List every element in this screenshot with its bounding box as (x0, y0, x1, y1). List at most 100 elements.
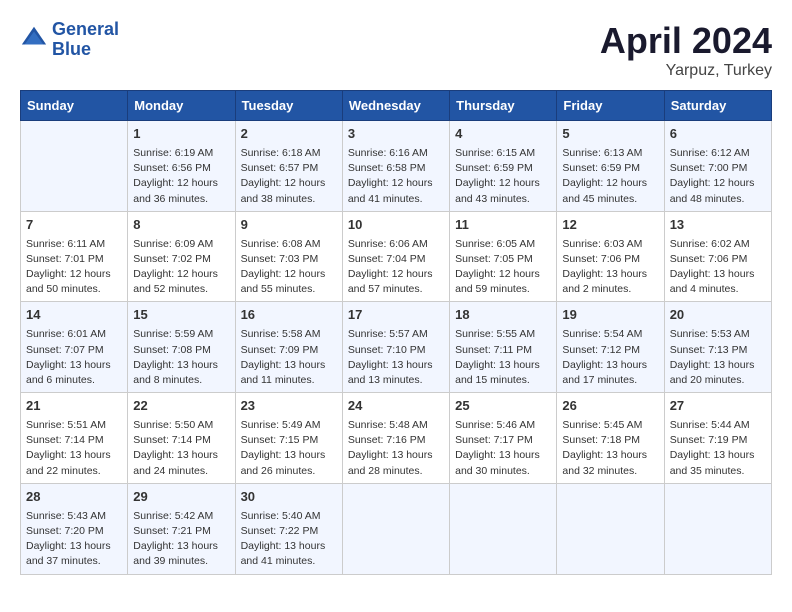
sunrise-text: Sunrise: 6:15 AM (455, 146, 551, 161)
sunrise-text: Sunrise: 5:45 AM (562, 418, 658, 433)
header-cell-friday: Friday (557, 91, 664, 121)
header-cell-saturday: Saturday (664, 91, 771, 121)
daylight-text: Daylight: 13 hours and 39 minutes. (133, 539, 229, 569)
sunset-text: Sunset: 7:06 PM (670, 252, 766, 267)
daylight-text: Daylight: 13 hours and 15 minutes. (455, 358, 551, 388)
day-number: 4 (455, 125, 551, 144)
sunset-text: Sunset: 6:59 PM (455, 161, 551, 176)
week-row-2: 7 Sunrise: 6:11 AMSunset: 7:01 PM Daylight… (21, 211, 772, 302)
day-number: 19 (562, 306, 658, 325)
calendar-body: 1Sunrise: 6:19 AMSunset: 6:56 PMDaylight… (21, 121, 772, 575)
header-cell-thursday: Thursday (450, 91, 557, 121)
sunrise-text: Sunrise: 5:59 AM (133, 327, 229, 342)
week-row-1: 1Sunrise: 6:19 AMSunset: 6:56 PMDaylight… (21, 121, 772, 212)
day-number: 2 (241, 125, 337, 144)
calendar-header: SundayMondayTuesdayWednesdayThursdayFrid… (21, 91, 772, 121)
sunset-text: Sunset: 7:01 PM (26, 252, 122, 267)
week-row-4: 21Sunrise: 5:51 AMSunset: 7:14 PMDayligh… (21, 393, 772, 484)
daylight-text: Daylight: 13 hours and 37 minutes. (26, 539, 122, 569)
day-number: 30 (241, 488, 337, 507)
daylight-text: Daylight: 13 hours and 22 minutes. (26, 448, 122, 478)
day-number: 5 (562, 125, 658, 144)
sunset-text: Sunset: 6:56 PM (133, 161, 229, 176)
day-number: 25 (455, 397, 551, 416)
day-number: 26 (562, 397, 658, 416)
day-cell (557, 483, 664, 574)
day-cell (664, 483, 771, 574)
sunset-text: Sunset: 7:14 PM (133, 433, 229, 448)
day-cell: 15Sunrise: 5:59 AMSunset: 7:08 PMDayligh… (128, 302, 235, 393)
sunset-text: Sunset: 7:14 PM (26, 433, 122, 448)
daylight-text: Daylight: 13 hours and 11 minutes. (241, 358, 337, 388)
day-number: 9 (241, 216, 337, 235)
day-cell: 1Sunrise: 6:19 AMSunset: 6:56 PMDaylight… (128, 121, 235, 212)
sunrise-text: Sunrise: 5:49 AM (241, 418, 337, 433)
sunrise-text: Sunrise: 5:53 AM (670, 327, 766, 342)
day-cell: 8Sunrise: 6:09 AMSunset: 7:02 PMDaylight… (128, 211, 235, 302)
sunrise-text: Sunrise: 5:58 AM (241, 327, 337, 342)
daylight-text: Daylight: 13 hours and 2 minutes. (562, 267, 658, 297)
sunrise-text: Sunrise: 6:05 AM (455, 237, 551, 252)
day-cell (450, 483, 557, 574)
daylight-text: Daylight: 13 hours and 20 minutes. (670, 358, 766, 388)
sunset-text: Sunset: 7:17 PM (455, 433, 551, 448)
day-cell: 20Sunrise: 5:53 AMSunset: 7:13 PMDayligh… (664, 302, 771, 393)
sunrise-text: Sunrise: 5:57 AM (348, 327, 444, 342)
day-cell: 17 Sunrise: 5:57 AMSunset: 7:10 PMDayligh… (342, 302, 449, 393)
daylight-text: Daylight: 13 hours and 6 minutes. (26, 358, 122, 388)
daylight-text: Daylight: 12 hours and 48 minutes. (670, 176, 766, 206)
sunrise-text: Sunrise: 5:54 AM (562, 327, 658, 342)
logo-line1: General (52, 19, 119, 39)
day-cell: 26Sunrise: 5:45 AMSunset: 7:18 PMDayligh… (557, 393, 664, 484)
day-cell (342, 483, 449, 574)
day-number: 3 (348, 125, 444, 144)
sunrise-text: Sunrise: 5:51 AM (26, 418, 122, 433)
day-cell: 13Sunrise: 6:02 AMSunset: 7:06 PMDayligh… (664, 211, 771, 302)
calendar-table: SundayMondayTuesdayWednesdayThursdayFrid… (20, 90, 772, 575)
day-cell: 4Sunrise: 6:15 AMSunset: 6:59 PMDaylight… (450, 121, 557, 212)
day-number: 13 (670, 216, 766, 235)
sunrise-text: Sunrise: 6:16 AM (348, 146, 444, 161)
day-number: 17 (348, 306, 444, 325)
sunset-text: Sunset: 6:57 PM (241, 161, 337, 176)
sunrise-text: Sunrise: 6:13 AM (562, 146, 658, 161)
week-row-5: 28Sunrise: 5:43 AMSunset: 7:20 PMDayligh… (21, 483, 772, 574)
day-number: 14 (26, 306, 122, 325)
day-cell: 12Sunrise: 6:03 AMSunset: 7:06 PMDayligh… (557, 211, 664, 302)
daylight-text: Daylight: 12 hours and 36 minutes. (133, 176, 229, 206)
week-row-3: 14Sunrise: 6:01 AMSunset: 7:07 PMDayligh… (21, 302, 772, 393)
day-cell: 7Sunrise: 6:11 AMSunset: 7:01 PMDaylight… (21, 211, 128, 302)
day-number: 28 (26, 488, 122, 507)
sunrise-text: Sunrise: 5:40 AM (241, 509, 337, 524)
sunrise-text: Sunrise: 6:11 AM (26, 237, 122, 252)
daylight-text: Daylight: 13 hours and 13 minutes. (348, 358, 444, 388)
day-cell: 3Sunrise: 6:16 AMSunset: 6:58 PMDaylight… (342, 121, 449, 212)
sunset-text: Sunset: 7:11 PM (455, 343, 551, 358)
sunrise-text: Sunrise: 5:48 AM (348, 418, 444, 433)
header-cell-monday: Monday (128, 91, 235, 121)
logo: General Blue (20, 20, 119, 60)
day-number: 27 (670, 397, 766, 416)
day-cell: 18Sunrise: 5:55 AMSunset: 7:11 PMDayligh… (450, 302, 557, 393)
day-number: 7 (26, 216, 122, 235)
sunset-text: Sunset: 7:10 PM (348, 343, 444, 358)
sunrise-text: Sunrise: 5:55 AM (455, 327, 551, 342)
daylight-text: Daylight: 12 hours and 52 minutes. (133, 267, 229, 297)
sunrise-text: Sunrise: 6:18 AM (241, 146, 337, 161)
header-row: SundayMondayTuesdayWednesdayThursdayFrid… (21, 91, 772, 121)
day-cell: 9Sunrise: 6:08 AMSunset: 7:03 PMDaylight… (235, 211, 342, 302)
daylight-text: Daylight: 13 hours and 41 minutes. (241, 539, 337, 569)
sunset-text: Sunset: 7:07 PM (26, 343, 122, 358)
day-number: 12 (562, 216, 658, 235)
sunset-text: Sunset: 7:06 PM (562, 252, 658, 267)
day-cell: 24Sunrise: 5:48 AMSunset: 7:16 PMDayligh… (342, 393, 449, 484)
daylight-text: Daylight: 13 hours and 30 minutes. (455, 448, 551, 478)
daylight-text: Daylight: 13 hours and 28 minutes. (348, 448, 444, 478)
sunset-text: Sunset: 6:59 PM (562, 161, 658, 176)
location: Yarpuz, Turkey (600, 62, 772, 80)
sunset-text: Sunset: 7:00 PM (670, 161, 766, 176)
day-cell: 27Sunrise: 5:44 AMSunset: 7:19 PMDayligh… (664, 393, 771, 484)
sunset-text: Sunset: 7:20 PM (26, 524, 122, 539)
day-number: 10 (348, 216, 444, 235)
sunset-text: Sunset: 7:04 PM (348, 252, 444, 267)
